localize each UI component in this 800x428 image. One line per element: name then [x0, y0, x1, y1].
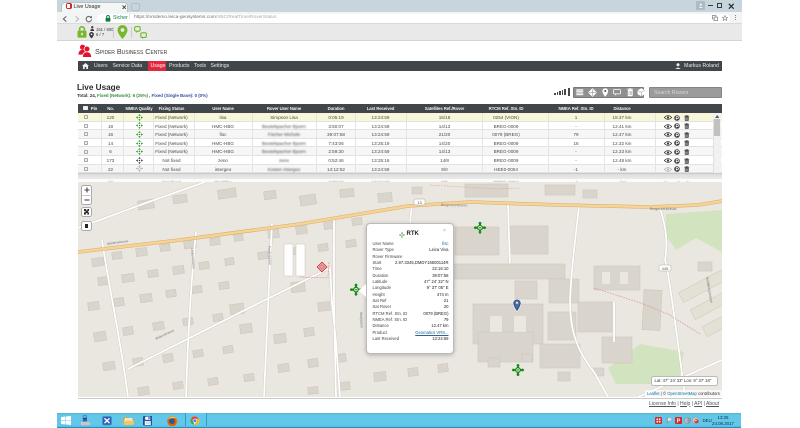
- svg-text:P: P: [676, 419, 680, 424]
- svg-text:Bregenzerstrasse: Bregenzerstrasse: [441, 203, 468, 207]
- svg-text:445: 445: [662, 266, 669, 271]
- svg-text:Bregenzerstrasse: Bregenzerstrasse: [650, 207, 677, 211]
- svg-text:13: 13: [417, 200, 422, 205]
- svg-text:Wattgasse: Wattgasse: [359, 312, 364, 328]
